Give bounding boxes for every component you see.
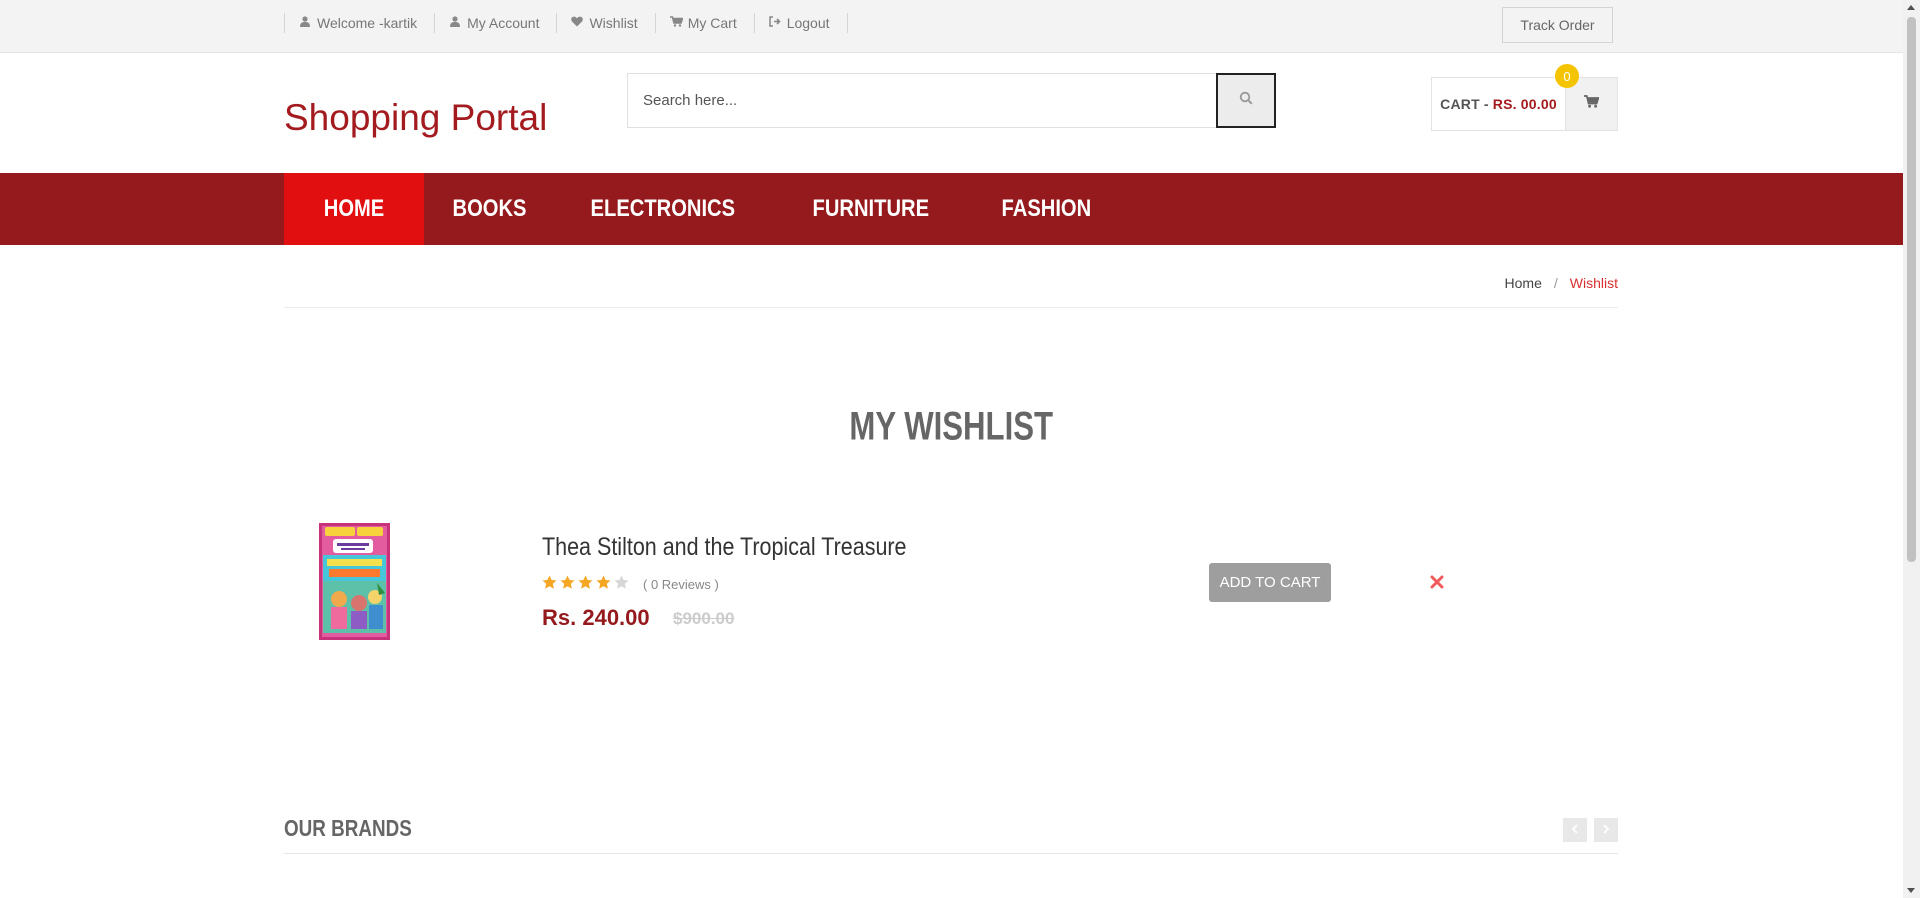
chevron-left-icon (1571, 821, 1579, 839)
cart-total: CART - RS. 00.00 (1432, 78, 1565, 130)
track-order-button[interactable]: Track Order (1502, 7, 1613, 43)
main-nav: HOME BOOKS ELECTRONICS FURNITURE FASHION (0, 173, 1920, 245)
cart-amount: RS. 00.00 (1492, 96, 1557, 112)
scroll-up-arrow[interactable] (1907, 5, 1915, 10)
star-filled-icon (542, 575, 557, 590)
welcome-link[interactable]: Welcome -kartik (285, 13, 436, 33)
nav-home[interactable]: HOME (284, 173, 424, 245)
brands-prev-button[interactable] (1563, 818, 1587, 842)
shopping-cart-icon (1584, 95, 1600, 113)
wishlist-link[interactable]: Wishlist (557, 13, 656, 33)
breadcrumb-home[interactable]: Home (1505, 275, 1542, 291)
wishlist-label: Wishlist (589, 15, 638, 31)
user-icon (299, 16, 311, 30)
nav-electronics[interactable]: ELECTRONICS (562, 173, 764, 245)
close-icon (1430, 575, 1444, 593)
nav-furniture[interactable]: FURNITURE (784, 173, 958, 245)
scroll-down-arrow[interactable] (1907, 888, 1915, 893)
breadcrumb: Home / Wishlist (1505, 275, 1618, 291)
cart-summary[interactable]: CART - RS. 00.00 0 (1431, 64, 1618, 131)
star-empty-icon (614, 575, 629, 590)
site-logo[interactable]: Shopping Portal (284, 97, 547, 139)
search-icon (1239, 91, 1253, 110)
nav-home-label: HOME (323, 195, 385, 222)
product-rating (542, 575, 629, 590)
star-filled-icon (596, 575, 611, 590)
book-cover-image (319, 523, 390, 640)
heart-icon (571, 16, 584, 30)
my-account-label: My Account (467, 15, 540, 31)
scrollbar-thumb[interactable] (1907, 17, 1916, 562)
star-filled-icon (578, 575, 593, 590)
search-input[interactable] (627, 73, 1216, 128)
sign-out-icon (768, 16, 781, 30)
my-account-link[interactable]: My Account (435, 13, 558, 33)
review-count: ( 0 Reviews ) (643, 577, 719, 592)
logout-label: Logout (786, 15, 830, 31)
brands-title: OUR BRANDS (284, 815, 412, 841)
top-bar: Welcome -kartik My Account Wishlist My C… (0, 0, 1920, 53)
product-price: Rs. 240.00 (542, 605, 650, 630)
product-old-price: $900.00 (673, 609, 735, 628)
add-to-cart-button[interactable]: ADD TO CART (1209, 563, 1331, 602)
user-icon (449, 16, 461, 30)
my-cart-label: My Cart (687, 15, 737, 31)
search-button[interactable] (1216, 73, 1276, 128)
chevron-right-icon (1602, 821, 1610, 839)
page-title: MY WISHLIST (284, 405, 1618, 450)
product-thumbnail[interactable] (319, 523, 390, 640)
brands-divider (284, 853, 1618, 854)
shopping-cart-icon (669, 16, 684, 30)
breadcrumb-current: Wishlist (1569, 275, 1618, 291)
nav-books[interactable]: BOOKS (424, 173, 555, 245)
cart-label: CART - (1440, 96, 1489, 112)
header: Shopping Portal CART - RS. 00.00 0 (0, 53, 1920, 173)
logout-link[interactable]: Logout (755, 13, 848, 33)
brands-next-button[interactable] (1594, 818, 1618, 842)
nav-fashion[interactable]: FASHION (973, 173, 1120, 245)
star-filled-icon (560, 575, 575, 590)
welcome-label: Welcome -kartik (317, 15, 418, 31)
cart-count-badge: 0 (1555, 64, 1579, 88)
breadcrumb-separator: / (1553, 275, 1558, 291)
product-name[interactable]: Thea Stilton and the Tropical Treasure (542, 533, 907, 562)
top-links: Welcome -kartik My Account Wishlist My C… (284, 13, 848, 33)
page-scrollbar[interactable] (1903, 0, 1920, 898)
search-bar (627, 73, 1276, 128)
page-title-text: MY WISHLIST (849, 404, 1053, 450)
my-cart-link[interactable]: My Cart (656, 13, 755, 33)
remove-item-button[interactable] (1430, 575, 1444, 589)
breadcrumb-bar: Home / Wishlist (0, 245, 1920, 308)
